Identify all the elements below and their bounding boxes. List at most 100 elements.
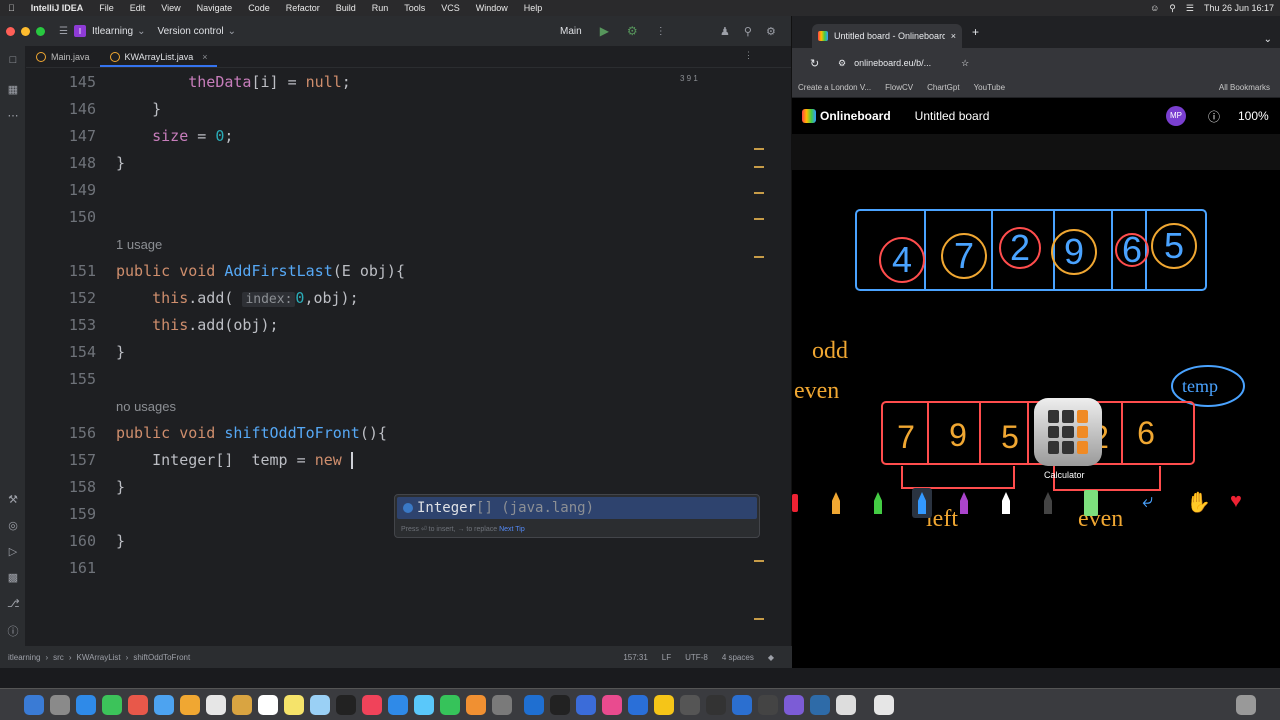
notes-folder-icon[interactable] bbox=[232, 695, 252, 715]
mail-icon[interactable] bbox=[128, 695, 148, 715]
next-tip-link[interactable]: Next Tip bbox=[499, 526, 525, 533]
terminal-app-icon[interactable] bbox=[550, 695, 570, 715]
wifi-icon[interactable]: ☺ bbox=[1150, 3, 1159, 13]
whatsapp-icon[interactable] bbox=[732, 695, 752, 715]
user-avatar[interactable]: MP bbox=[1166, 106, 1186, 126]
orange-pen-icon[interactable] bbox=[832, 492, 840, 514]
breadcrumb-class[interactable]: KWArrayList bbox=[76, 653, 120, 662]
url-text[interactable]: onlineboard.eu/b/... bbox=[854, 58, 931, 68]
code-line[interactable]: 145 theData[i] = null; bbox=[26, 69, 766, 96]
menu-code[interactable]: Code bbox=[240, 3, 278, 13]
calendar-icon[interactable] bbox=[206, 695, 226, 715]
highlighter-icon[interactable] bbox=[1084, 490, 1098, 516]
site-info-icon[interactable]: ⚙ bbox=[838, 58, 846, 69]
more-icon[interactable]: ⋮ bbox=[656, 26, 666, 37]
run-config-selector[interactable]: Main bbox=[560, 26, 582, 37]
numbers-icon[interactable] bbox=[440, 695, 460, 715]
vscode-icon[interactable] bbox=[524, 695, 544, 715]
freeform-icon[interactable] bbox=[310, 695, 330, 715]
editor-scrollbar[interactable] bbox=[754, 68, 790, 648]
code-line[interactable]: 146 } bbox=[26, 96, 766, 123]
xcode-icon[interactable] bbox=[576, 695, 596, 715]
more-tools-icon[interactable]: ⋯ bbox=[7, 110, 19, 122]
discord-icon[interactable] bbox=[784, 695, 804, 715]
trash-icon[interactable] bbox=[1236, 695, 1256, 715]
board-title[interactable]: Untitled board bbox=[915, 109, 990, 123]
maps-icon[interactable] bbox=[154, 695, 174, 715]
app-store-icon[interactable] bbox=[388, 695, 408, 715]
menu-navigate[interactable]: Navigate bbox=[189, 3, 241, 13]
code-editor[interactable]: 145 theData[i] = null; 146 } 147 size = 0;… bbox=[26, 68, 766, 648]
menu-refactor[interactable]: Refactor bbox=[278, 3, 328, 13]
onlineboard-logo[interactable]: Onlineboard bbox=[820, 109, 891, 123]
pages-icon[interactable] bbox=[466, 695, 486, 715]
debug-icon[interactable]: ⚙ bbox=[627, 24, 638, 38]
zoom-level[interactable]: 100% bbox=[1238, 109, 1269, 123]
purple-pen-icon[interactable] bbox=[960, 492, 968, 514]
line-separator[interactable]: LF bbox=[662, 653, 671, 662]
keynote-icon[interactable] bbox=[414, 695, 434, 715]
breadcrumb-src[interactable]: src bbox=[53, 653, 64, 662]
settings-gear-icon[interactable]: ⚙ bbox=[766, 25, 776, 38]
tab-kwarraylist-java[interactable]: KWArrayList.java × bbox=[99, 46, 218, 67]
run-tool-icon[interactable]: ▷ bbox=[7, 546, 19, 558]
menu-file[interactable]: File bbox=[91, 3, 122, 13]
finder-icon[interactable] bbox=[24, 695, 44, 715]
code-line[interactable]: 154} bbox=[26, 339, 766, 366]
bookmark-item[interactable]: YouTube bbox=[974, 83, 1005, 92]
clock[interactable]: Thu 26 Jun 16:17 bbox=[1204, 3, 1274, 13]
code-line[interactable]: 157 Integer[] temp = new bbox=[26, 447, 766, 474]
inspection-widget[interactable]: 3 9 1 bbox=[680, 74, 698, 83]
terminal-icon[interactable]: ▩ bbox=[7, 572, 19, 584]
project-menu-icon[interactable]: ☰ bbox=[59, 26, 68, 37]
control-center-icon[interactable]: ☰ bbox=[1186, 3, 1194, 14]
whiteboard-canvas[interactable]: 4 7 2 9 6 5 odd even left even temp 7 9 … bbox=[792, 170, 1280, 668]
add-user-icon[interactable]: ♟ bbox=[720, 25, 730, 38]
bookmark-item[interactable]: ChartGpt bbox=[927, 83, 959, 92]
calculator-icon[interactable] bbox=[1034, 398, 1102, 466]
lock-icon[interactable]: ◆ bbox=[768, 653, 774, 662]
black-pen-icon[interactable] bbox=[1044, 492, 1052, 514]
zoom-app-icon[interactable] bbox=[628, 695, 648, 715]
red-pen-icon[interactable] bbox=[792, 494, 798, 512]
git-icon[interactable]: ⎇ bbox=[7, 598, 20, 610]
code-line[interactable]: 151 public void AddFirstLast(E obj){ bbox=[26, 258, 766, 285]
code-line[interactable]: 156 public void shiftOddToFront(){ bbox=[26, 420, 766, 447]
bookmark-star-icon[interactable]: ☆ bbox=[961, 58, 969, 69]
hand-pan-icon[interactable]: ✋ bbox=[1186, 490, 1211, 515]
close-window-button[interactable] bbox=[6, 26, 15, 36]
code-line[interactable]: 149 bbox=[26, 177, 766, 204]
breadcrumb-method[interactable]: shiftOddToFront bbox=[133, 653, 190, 662]
all-bookmarks[interactable]: All Bookmarks bbox=[1219, 83, 1270, 92]
menu-app-name[interactable]: IntelliJ IDEA bbox=[23, 3, 92, 13]
code-line[interactable]: 147 size = 0; bbox=[26, 123, 766, 150]
code-line[interactable]: 150 bbox=[26, 204, 766, 231]
run-icon[interactable]: ▶ bbox=[600, 24, 609, 38]
chrome-icon[interactable] bbox=[654, 695, 674, 715]
messages-icon[interactable] bbox=[102, 695, 122, 715]
menu-window[interactable]: Window bbox=[468, 3, 516, 13]
search-icon[interactable]: ⚲ bbox=[1169, 3, 1176, 14]
search-icon[interactable]: ⚲ bbox=[744, 25, 752, 38]
help-icon[interactable]: ⓘ bbox=[1208, 108, 1220, 125]
undo-arrow-icon[interactable]: ⤶ bbox=[1142, 490, 1153, 513]
code-line[interactable]: 155 bbox=[26, 366, 766, 393]
green-pen-icon[interactable] bbox=[874, 492, 882, 514]
code-line[interactable]: 153 this.add(obj); bbox=[26, 312, 766, 339]
project-selector[interactable]: Itlearning bbox=[92, 26, 133, 37]
stickies-icon[interactable] bbox=[284, 695, 304, 715]
completion-item-integer[interactable]: Integer[] (java.lang) bbox=[397, 497, 757, 519]
vcs-selector[interactable]: Version control bbox=[158, 26, 224, 37]
menu-build[interactable]: Build bbox=[328, 3, 364, 13]
close-tab-icon[interactable]: × bbox=[202, 52, 207, 62]
menu-help[interactable]: Help bbox=[516, 3, 551, 13]
close-tab-icon[interactable]: × bbox=[951, 31, 956, 41]
zoom-window-button[interactable] bbox=[36, 26, 45, 36]
caret-position[interactable]: 157:31 bbox=[623, 653, 647, 662]
launchpad-icon[interactable] bbox=[50, 695, 70, 715]
new-tab-icon[interactable]: + bbox=[972, 25, 979, 39]
intellij-icon[interactable] bbox=[602, 695, 622, 715]
address-bar[interactable]: ↻ ⚙ onlineboard.eu/b/... ☆ bbox=[792, 48, 1280, 78]
visual-studio-icon[interactable] bbox=[810, 695, 830, 715]
menu-run[interactable]: Run bbox=[364, 3, 397, 13]
